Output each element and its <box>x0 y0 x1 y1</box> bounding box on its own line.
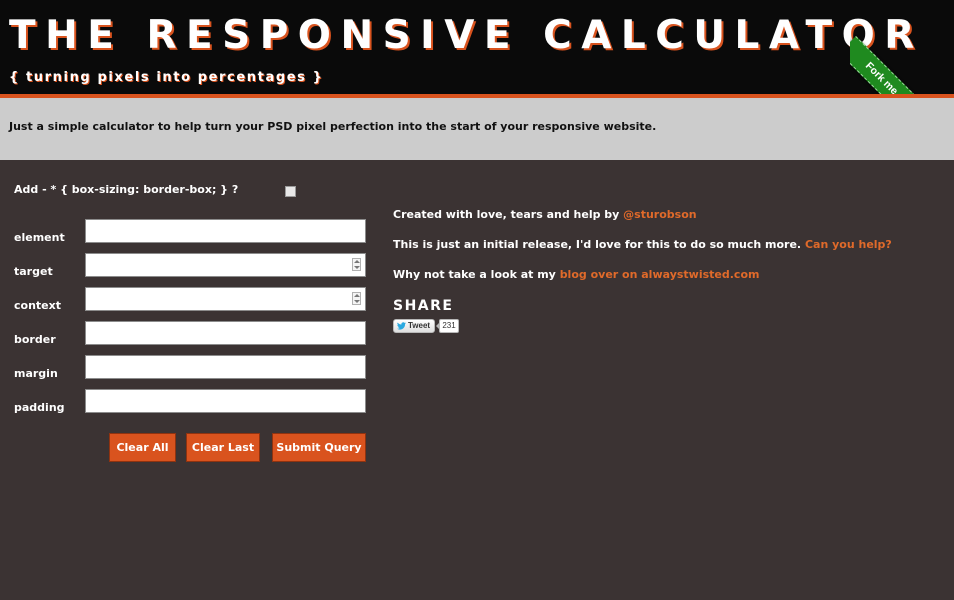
spinner-down-icon[interactable] <box>354 300 360 303</box>
box-sizing-checkbox[interactable] <box>285 186 296 197</box>
clear-all-button[interactable]: Clear All <box>109 433 176 462</box>
submit-query-button[interactable]: Submit Query <box>272 433 366 462</box>
site-title: THE RESPONSIVE CALCULATOR <box>9 13 924 58</box>
target-spinner[interactable] <box>352 258 361 271</box>
border-input[interactable] <box>85 321 366 345</box>
fork-on-github-ribbon[interactable]: Fork me on GitHub <box>850 36 954 94</box>
credit-line: Created with love, tears and help by @st… <box>393 208 697 221</box>
element-label: element <box>14 231 65 244</box>
blog-text: Why not take a look at my <box>393 268 560 281</box>
box-sizing-label: Add - * { box-sizing: border-box; } ? <box>14 183 239 196</box>
element-input[interactable] <box>85 219 366 243</box>
border-label: border <box>14 333 56 346</box>
target-label: target <box>14 265 53 278</box>
clear-last-button[interactable]: Clear Last <box>186 433 260 462</box>
site-header: THE RESPONSIVE CALCULATOR { turning pixe… <box>0 0 954 94</box>
padding-input[interactable] <box>85 389 366 413</box>
spinner-down-icon[interactable] <box>354 266 360 269</box>
context-label: context <box>14 299 61 312</box>
credit-text: Created with love, tears and help by <box>393 208 624 221</box>
twitter-bird-icon <box>397 322 406 330</box>
can-you-help-link[interactable]: Can you help? <box>805 238 892 251</box>
release-text: This is just an initial release, I'd lov… <box>393 238 805 251</box>
tweet-count: 231 <box>436 319 459 333</box>
blog-link[interactable]: blog over on alwaystwisted.com <box>560 268 760 281</box>
margin-input[interactable] <box>85 355 366 379</box>
intro-text: Just a simple calculator to help turn yo… <box>9 120 657 133</box>
share-heading: SHARE <box>393 298 454 314</box>
padding-label: padding <box>14 401 65 414</box>
sturobson-link[interactable]: @sturobson <box>623 208 696 221</box>
context-spinner[interactable] <box>352 292 361 305</box>
intro-band: Just a simple calculator to help turn yo… <box>0 98 954 160</box>
margin-label: margin <box>14 367 58 380</box>
blog-line: Why not take a look at my blog over on a… <box>393 268 759 281</box>
github-ribbon-container: Fork me on GitHub <box>850 0 954 94</box>
spinner-up-icon[interactable] <box>354 260 360 263</box>
tweet-label: Tweet <box>408 321 431 330</box>
site-tagline: { turning pixels into percentages } <box>9 70 324 85</box>
spinner-up-icon[interactable] <box>354 294 360 297</box>
release-line: This is just an initial release, I'd lov… <box>393 238 892 251</box>
context-input[interactable] <box>85 287 366 311</box>
tweet-button[interactable]: Tweet <box>393 319 435 333</box>
target-input[interactable] <box>85 253 366 277</box>
